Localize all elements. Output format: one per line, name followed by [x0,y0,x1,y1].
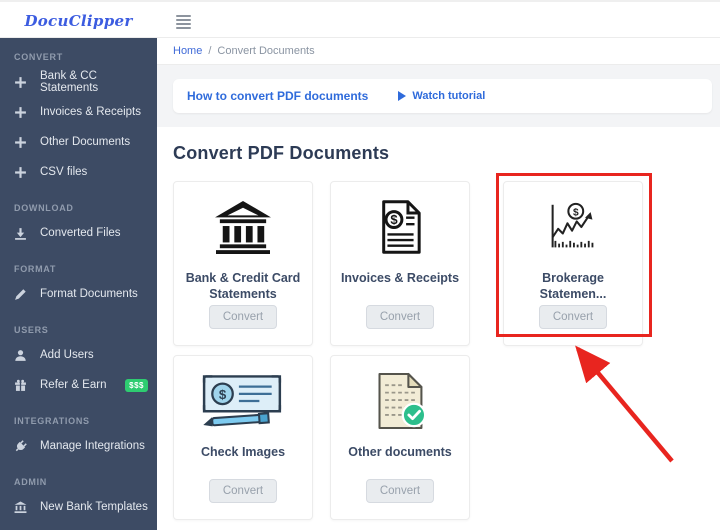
plug-icon [14,439,27,453]
gift-icon [14,379,27,392]
sidebar-item-label: Other Documents [40,136,131,148]
sidebar-section-convert: CONVERT Bank & CC Statements Invoices & … [0,52,157,187]
sidebar-item-label: CSV files [40,166,88,178]
check-image-icon: $ [200,368,286,434]
watch-tutorial-link[interactable]: Watch tutorial [398,90,485,102]
bank-small-icon [14,501,27,514]
sidebar-item-converted-files[interactable]: Converted Files [0,218,157,248]
sidebar-item-label: Manage Integrations [40,440,145,452]
page-title: Convert PDF Documents [173,143,390,163]
sidebar-item-add-users[interactable]: Add Users [0,340,157,370]
card-title: Brokerage Statemen... [539,271,607,302]
other-document-icon [373,368,427,434]
sidebar-section-admin: ADMIN New Bank Templates [0,477,157,522]
sidebar-item-manage-integrations[interactable]: Manage Integrations [0,431,157,461]
sidebar-section-format: FORMAT Format Documents [0,264,157,309]
breadcrumb-current: Convert Documents [217,45,315,57]
play-icon [398,91,407,101]
invoice-icon: $ [378,194,423,260]
sidebar-item-bank-cc-statements[interactable]: Bank & CC Statements [0,67,157,97]
card-brokerage-statements: $ Brokerage Statemen... Convert [503,181,643,346]
tutorial-banner: How to convert PDF documents Watch tutor… [173,79,712,113]
plus-icon [14,76,27,89]
section-label: INTEGRATIONS [14,416,90,426]
refer-earn-badge: $$$ [125,378,148,392]
sidebar-item-label: Add Users [40,349,94,361]
sidebar-item-new-bank-templates[interactable]: New Bank Templates [0,492,157,522]
svg-text:$: $ [573,207,579,218]
section-label: FORMAT [14,264,57,274]
convert-button-invoices[interactable]: Convert [365,305,435,329]
section-label: ADMIN [14,477,47,487]
banner-title: How to convert PDF documents [187,89,369,103]
sidebar-item-label: Refer & Earn [40,379,107,391]
svg-text:$: $ [219,387,227,402]
sidebar-item-label: Invoices & Receipts [40,106,141,118]
download-icon [14,227,27,240]
card-bank-credit-card-statements: Bank & Credit Card Statements Convert [173,181,313,346]
main-content: Home / Convert Documents How to convert … [157,38,720,530]
sidebar-item-format-documents[interactable]: Format Documents [0,279,157,309]
sidebar-item-invoices-receipts[interactable]: Invoices & Receipts [0,97,157,127]
breadcrumb-home-link[interactable]: Home [173,45,202,57]
sidebar-item-refer-earn[interactable]: Refer & Earn $$$ [0,370,157,400]
card-title: Bank & Credit Card Statements [185,271,301,302]
card-title: Other documents [348,445,452,459]
section-label: USERS [14,325,49,335]
convert-button-other-documents[interactable]: Convert [365,479,435,503]
plus-icon [14,166,27,179]
sidebar-section-integrations: INTEGRATIONS Manage Integrations [0,416,157,461]
sidebar: CONVERT Bank & CC Statements Invoices & … [0,38,157,530]
tutorial-banner-strip: How to convert PDF documents Watch tutor… [157,65,720,127]
sidebar-item-label: Converted Files [40,227,121,239]
card-other-documents: Other documents Convert [330,355,470,520]
watch-tutorial-label: Watch tutorial [412,90,486,102]
sidebar-section-download: DOWNLOAD Converted Files [0,203,157,248]
top-header: DocuClipper [0,0,720,38]
plus-icon [14,106,27,119]
card-check-images: $ Check Images Convert [173,355,313,520]
sidebar-item-label: Bank & CC Statements [40,70,99,94]
sidebar-item-other-documents[interactable]: Other Documents [0,127,157,157]
sidebar-item-label: New Bank Templates [40,501,148,513]
breadcrumb: Home / Convert Documents [157,38,720,65]
bank-icon [214,194,272,260]
user-icon [14,349,27,362]
plus-icon [14,136,27,149]
card-title: Invoices & Receipts [340,271,460,285]
brokerage-chart-icon: $ [545,194,601,260]
section-label: CONVERT [14,52,63,62]
hamburger-menu-icon[interactable] [176,15,191,29]
sidebar-section-users: USERS Add Users Refer & Earn $$$ [0,325,157,400]
convert-card-grid: Bank & Credit Card Statements Convert $ … [173,181,720,520]
svg-text:$: $ [390,212,398,227]
app-logo[interactable]: DocuClipper [0,2,157,40]
convert-button-check-images[interactable]: Convert [208,479,278,503]
convert-button-brokerage[interactable]: Convert [538,305,608,329]
breadcrumb-separator: / [208,45,212,57]
sidebar-item-label: Format Documents [40,288,138,300]
sidebar-item-csv-files[interactable]: CSV files [0,157,157,187]
pencil-icon [14,288,27,301]
convert-button-bank[interactable]: Convert [208,305,278,329]
card-title: Check Images [200,445,286,459]
card-invoices-receipts: $ Invoices & Receipts Convert [330,181,470,346]
section-label: DOWNLOAD [14,203,74,213]
